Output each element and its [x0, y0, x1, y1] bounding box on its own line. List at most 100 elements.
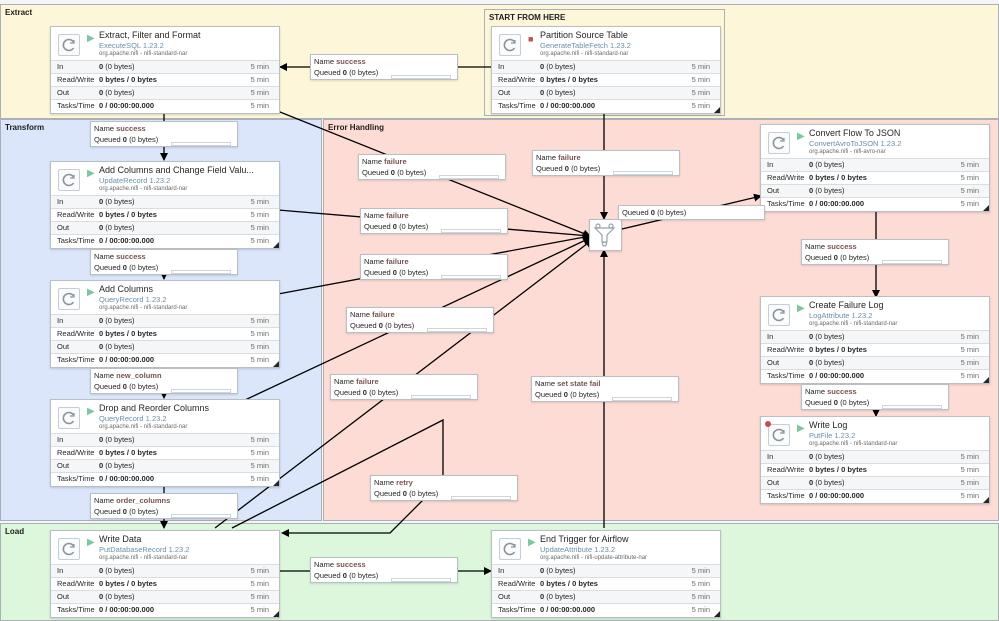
- flow-canvas[interactable]: Extract START FROM HERE Transform Error …: [0, 0, 999, 621]
- stat-out-count: 0: [99, 88, 104, 97]
- stat-in-window: 5 min: [960, 160, 979, 169]
- connection-name: success: [336, 560, 366, 569]
- processor-extract-filter-format[interactable]: ▶ Extract, Filter and Format ExecuteSQL …: [50, 26, 280, 114]
- connection-name-label: Name: [314, 57, 335, 66]
- processor-bundle: org.apache.nifi - nifi-standard-nar: [99, 424, 188, 430]
- processor-add-columns-change-field[interactable]: ▶ Add Columns and Change Field Valu... U…: [50, 161, 280, 249]
- stat-in-window: 5 min: [250, 435, 269, 444]
- resize-corner: [273, 480, 279, 486]
- processor-write-log[interactable]: ▶ Write Log PutFile 1.23.2 org.apache.ni…: [760, 416, 990, 504]
- connection-name: set state fail: [557, 379, 601, 388]
- processor-convert-flow-to-json[interactable]: ▶ Convert Flow To JSON ConvertAvroToJSON…: [760, 124, 990, 212]
- processor-name: Write Log: [809, 420, 848, 430]
- stat-out-count: 0: [540, 592, 545, 601]
- stat-tasks-label: Tasks/Time: [767, 199, 805, 208]
- connection-queued-count: 0: [833, 398, 838, 407]
- connection-queued-label: Queued: [314, 68, 341, 77]
- running-status-icon: ▶: [797, 131, 805, 142]
- connection-funnel-queue[interactable]: Queued 0 (0 bytes): [618, 205, 765, 220]
- connection-order-columns[interactable]: Name order_columns Queued 0 (0 bytes): [90, 493, 238, 519]
- stat-tasks-label: Tasks/Time: [498, 101, 536, 110]
- processor-icon: [58, 407, 80, 429]
- connection-extract-failure[interactable]: Name failure Queued 0 (0 bytes): [358, 154, 506, 180]
- stat-in-count: 0: [99, 62, 104, 71]
- processor-partition-source-table[interactable]: ■ Partition Source Table GenerateTableFe…: [491, 26, 721, 114]
- stat-rw-window: 5 min: [691, 75, 710, 84]
- stat-out-count: 0: [809, 358, 814, 367]
- stat-rw-label: Read/Write: [498, 579, 536, 588]
- stat-out-count: 0: [809, 186, 814, 195]
- queue-progress-bar: [882, 405, 942, 409]
- connection-extract-success[interactable]: Name success Queued 0 (0 bytes): [90, 121, 238, 147]
- stat-out-label: Out: [498, 592, 511, 601]
- connection-name-label: Name: [374, 478, 395, 487]
- connection-drop-failure[interactable]: Name failure Queued 0 (0 bytes): [346, 307, 494, 333]
- restricted-badge-icon: [765, 421, 771, 427]
- connection-name: success: [827, 387, 857, 396]
- queue-progress-bar: [451, 496, 511, 500]
- stat-out-window: 5 min: [250, 461, 269, 470]
- stat-rw-window: 5 min: [250, 210, 269, 219]
- stat-tasks-window: 5 min: [250, 355, 269, 364]
- connection-new-column[interactable]: Name new_column Queued 0 (0 bytes): [90, 368, 238, 394]
- stat-out-label: Out: [767, 186, 780, 195]
- stat-out-count: 0: [540, 88, 545, 97]
- processor-icon: [768, 304, 790, 326]
- stat-rw-value: 0 bytes / 0 bytes: [809, 345, 867, 354]
- connection-addcols-failure[interactable]: Name failure Queued 0 (0 bytes): [360, 254, 508, 280]
- stat-in-count: 0: [540, 62, 545, 71]
- connection-queued-label: Queued: [362, 168, 389, 177]
- stat-in-count: 0: [809, 452, 814, 461]
- connection-name: failure: [386, 257, 409, 266]
- queue-progress-bar: [171, 270, 231, 274]
- processor-add-columns[interactable]: ▶ Add Columns QueryRecord 1.23.2 org.apa…: [50, 280, 280, 368]
- stat-in-count: 0: [809, 160, 814, 169]
- connection-update-failure[interactable]: Name failure Queued 0 (0 bytes): [360, 208, 508, 234]
- funnel[interactable]: [589, 219, 622, 251]
- stat-out-bytes: (0 bytes): [105, 88, 135, 97]
- stat-tasks-value: 0 / 00:00:00.000: [99, 355, 155, 364]
- connection-write-success[interactable]: Name success Queued 0 (0 bytes): [310, 557, 458, 583]
- stat-rw-label: Read/Write: [767, 465, 805, 474]
- processor-icon: [768, 424, 790, 446]
- connection-write-failure[interactable]: Name failure Queued 0 (0 bytes): [330, 374, 478, 400]
- connection-update-success[interactable]: Name success Queued 0 (0 bytes): [90, 249, 238, 275]
- connection-name: failure: [384, 157, 407, 166]
- stat-rw-label: Read/Write: [767, 173, 805, 182]
- connection-partition-success[interactable]: Name success Queued 0 (0 bytes): [310, 54, 458, 80]
- stat-rw-value: 0 bytes / 0 bytes: [99, 329, 157, 338]
- stat-in-window: 5 min: [960, 452, 979, 461]
- stat-tasks-window: 5 min: [250, 236, 269, 245]
- processor-bundle: org.apache.nifi - nifi-standard-nar: [99, 305, 188, 311]
- processor-icon: [499, 538, 521, 560]
- running-status-icon: ▶: [528, 537, 536, 548]
- processor-name: Create Failure Log: [809, 300, 884, 310]
- stat-tasks-value: 0 / 00:00:00.000: [540, 605, 596, 614]
- processor-icon: [58, 169, 80, 191]
- processor-drop-reorder-columns[interactable]: ▶ Drop and Reorder Columns QueryRecord 1…: [50, 399, 280, 487]
- processor-type: PutFile 1.23.2: [809, 431, 856, 440]
- stat-out-label: Out: [57, 592, 70, 601]
- processor-create-failure-log[interactable]: ▶ Create Failure Log LogAttribute 1.23.2…: [760, 296, 990, 384]
- connection-name: failure: [386, 211, 409, 220]
- connection-log-success[interactable]: Name success Queued 0 (0 bytes): [801, 384, 949, 410]
- processor-name: Add Columns: [99, 284, 154, 294]
- connection-queued-label: Queued: [364, 268, 391, 277]
- connection-partition-failure[interactable]: Name failure Queued 0 (0 bytes): [532, 150, 680, 176]
- processor-icon: [58, 34, 80, 56]
- stat-out-bytes: (0 bytes): [815, 358, 845, 367]
- connection-convert-success[interactable]: Name success Queued 0 (0 bytes): [801, 239, 949, 265]
- connection-write-retry[interactable]: Name retry Queued 0 (0 bytes): [370, 475, 518, 501]
- connection-queued-count: 0: [342, 571, 347, 580]
- queue-progress-bar: [439, 175, 499, 179]
- processor-write-data[interactable]: ▶ Write Data PutDatabaseRecord 1.23.2 or…: [50, 530, 280, 618]
- connection-name-label: Name: [805, 242, 826, 251]
- connection-set-state-fail[interactable]: Name set state fail Queued 0 (0 bytes): [531, 376, 679, 402]
- stat-rw-value: 0 bytes / 0 bytes: [99, 75, 157, 84]
- processor-bundle: org.apache.nifi - nifi-standard-nar: [99, 51, 188, 57]
- stat-out-count: 0: [99, 461, 104, 470]
- processor-name: Add Columns and Change Field Valu...: [99, 165, 254, 175]
- processor-end-trigger-airflow[interactable]: ▶ End Trigger for Airflow UpdateAttribut…: [491, 530, 721, 618]
- stat-out-label: Out: [767, 478, 780, 487]
- stat-in-count: 0: [99, 316, 104, 325]
